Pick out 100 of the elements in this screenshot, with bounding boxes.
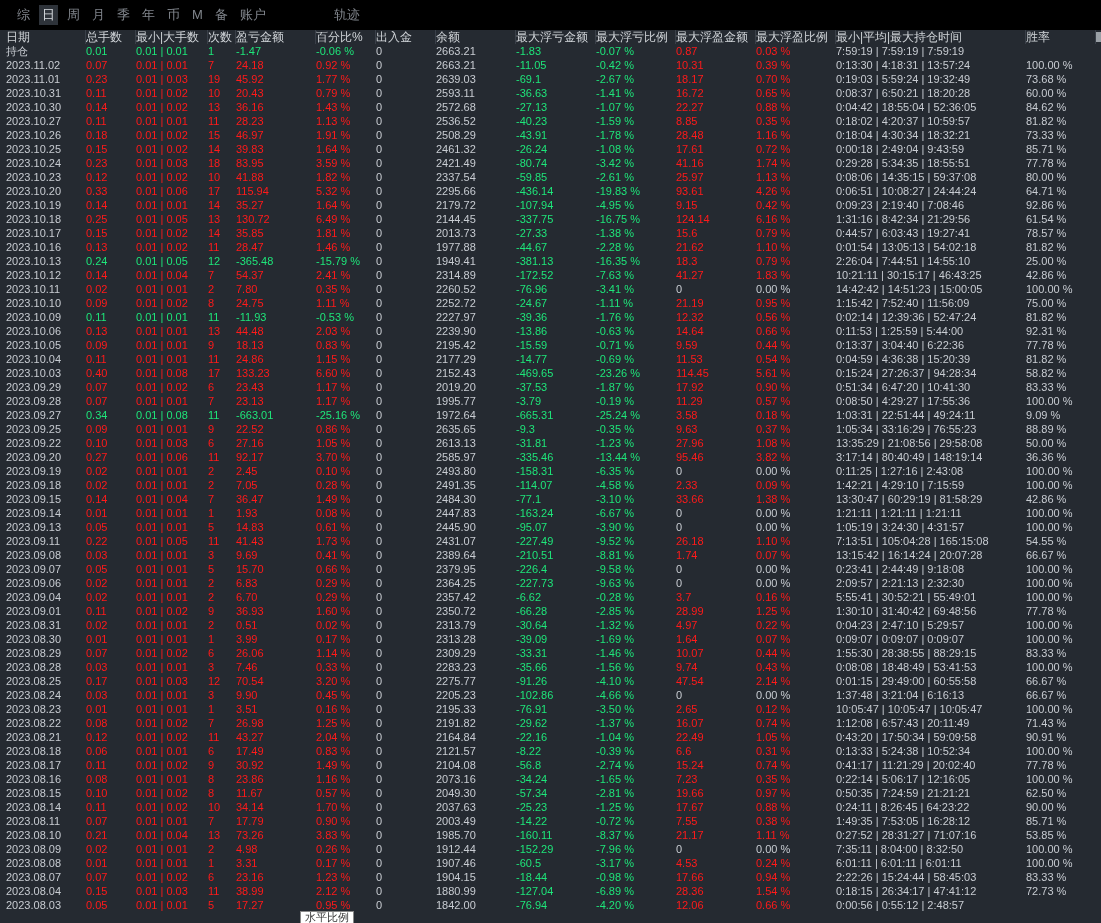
- table-cell-text: 0.01 | 0.01: [136, 198, 189, 212]
- table-cell-text: 42.86 %: [1026, 492, 1068, 506]
- table-cell-text: 2585.97: [436, 450, 477, 464]
- table-cell-text: 0:18:15 | 26:34:17 | 47:41:12: [836, 884, 978, 898]
- table-cell-text: 24.86: [236, 352, 265, 366]
- column-header[interactable]: 最小|大手数: [136, 30, 208, 44]
- period-tab[interactable]: 综: [14, 5, 33, 25]
- table-cell-text: 2164.84: [436, 730, 477, 744]
- table-cell-text: 1.16 %: [316, 772, 352, 786]
- table-cell-text: 0: [376, 450, 384, 464]
- table-cell-text: 6.6: [676, 744, 693, 758]
- column-header[interactable]: 最大浮盈金额: [676, 30, 756, 44]
- table-cell-text: 0.09 %: [756, 478, 792, 492]
- table-cell-text: 2: [208, 590, 216, 604]
- table-cell-text: 8: [208, 786, 216, 800]
- period-tab[interactable]: 季: [114, 5, 133, 25]
- table-cell-text: 0.01 | 0.02: [136, 240, 189, 254]
- period-tab[interactable]: M: [189, 5, 206, 25]
- table-cell-text: 0: [376, 562, 384, 576]
- table-cell-text: -95.07: [516, 520, 549, 534]
- table-cell-text: 0.01 | 0.03: [136, 884, 189, 898]
- table-cell-text: 0: [376, 408, 384, 422]
- table-cell-text: 5:55:41 | 30:52:21 | 55:49:01: [836, 590, 978, 604]
- table-cell-text: -4.95 %: [596, 198, 635, 212]
- table-cell-text: 0: [376, 184, 384, 198]
- table-cell-text: 0.07: [86, 380, 109, 394]
- table-cell-text: -227.73: [516, 576, 555, 590]
- table-cell-text: 1949.41: [436, 254, 477, 268]
- date-cell-text: 2023.10.31: [6, 86, 63, 100]
- column-header[interactable]: 最大浮亏比例: [596, 30, 676, 44]
- table-cell-text: 0: [376, 730, 384, 744]
- table-cell-text: 0.01 | 0.02: [136, 800, 189, 814]
- table-cell-text: 0.01 | 0.04: [136, 268, 189, 282]
- table-cell-text: 0.00 %: [756, 576, 792, 590]
- table-cell-text: 2144.45: [436, 212, 477, 226]
- table-cell-text: -76.96: [516, 282, 549, 296]
- column-header[interactable]: 总手数: [86, 30, 136, 44]
- column-header[interactable]: 盈亏金额: [236, 30, 316, 44]
- table-cell-text: 2239.90: [436, 324, 477, 338]
- table-cell-text: 33.66: [676, 492, 705, 506]
- table-cell-text: 2461.32: [436, 142, 477, 156]
- table-cell-text: -31.81: [516, 436, 549, 450]
- date-cell-text: 2023.09.01: [6, 604, 63, 618]
- scrollbar[interactable]: [1096, 32, 1101, 42]
- table-cell-text: 73.68 %: [1026, 72, 1068, 86]
- table-cell-text: 4.26 %: [756, 184, 792, 198]
- table-cell-text: 0.01 | 0.02: [136, 870, 189, 884]
- period-tab[interactable]: 日: [39, 5, 58, 25]
- column-header[interactable]: 百分比%: [316, 30, 376, 44]
- table-cell-text: 25.97: [676, 170, 705, 184]
- table-cell-text: 0:18:02 | 4:20:37 | 10:59:57: [836, 114, 972, 128]
- date-cell-text: 2023.08.08: [6, 856, 63, 870]
- table-cell-text: 2: [208, 842, 216, 856]
- table-cell-text: 60.00 %: [1026, 86, 1068, 100]
- table-cell-text: 0.01 | 0.08: [136, 366, 189, 380]
- table-cell-text: 0:04:23 | 2:47:10 | 5:29:57: [836, 618, 966, 632]
- date-cell-text: 2023.09.07: [6, 562, 63, 576]
- column-header[interactable]: 最小|平均|最大持仓时间: [836, 30, 1026, 44]
- table-cell-text: 2252.72: [436, 296, 477, 310]
- table-cell-text: 2.41 %: [316, 268, 352, 282]
- table-cell-text: -1.32 %: [596, 618, 635, 632]
- table-cell-text: -1.07 %: [596, 100, 635, 114]
- table-cell-text: 0.05: [86, 898, 109, 912]
- period-tab[interactable]: 备: [211, 5, 231, 25]
- table-cell-text: 30.92: [236, 758, 265, 772]
- table-cell-text: 0: [376, 660, 384, 674]
- column-header[interactable]: 次数: [208, 30, 236, 44]
- table-cell-text: 2536.52: [436, 114, 477, 128]
- period-tab[interactable]: 周: [64, 5, 83, 25]
- table-cell-text: 85.71 %: [1026, 814, 1068, 828]
- table-cell-text: -25.24 %: [596, 408, 642, 422]
- table-cell-text: -4.10 %: [596, 674, 635, 688]
- column-header[interactable]: 日期: [6, 30, 86, 44]
- table-cell-text: -39.09: [516, 632, 549, 646]
- period-tab[interactable]: 年: [139, 5, 158, 25]
- column-header[interactable]: 最大浮盈比例: [756, 30, 836, 44]
- table-cell-text: 1:30:10 | 31:40:42 | 69:48:56: [836, 604, 978, 618]
- period-tab[interactable]: 账户: [236, 5, 269, 25]
- table-cell-text: 0:13:37 | 3:04:40 | 6:22:36: [836, 338, 966, 352]
- table-cell-text: -76.91: [516, 702, 549, 716]
- column-header[interactable]: 余额: [436, 30, 516, 44]
- trace-tab[interactable]: 轨迹: [330, 5, 363, 25]
- column-header[interactable]: 出入金: [376, 30, 436, 44]
- table-cell-text: 2: [208, 576, 216, 590]
- table-cell-text: -227.49: [516, 534, 555, 548]
- table-cell-text: 17.61: [676, 142, 705, 156]
- period-tab[interactable]: 币: [164, 5, 183, 25]
- table-cell-text: 0:27:52 | 28:31:27 | 71:07:16: [836, 828, 978, 842]
- table-cell-text: 0.87: [676, 44, 699, 58]
- table-cell-text: 0: [376, 814, 384, 828]
- column-header[interactable]: 最大浮亏金额: [516, 30, 596, 44]
- table-cell-text: 0.17 %: [316, 856, 352, 870]
- table-cell-text: -102.86: [516, 688, 555, 702]
- table-cell-text: 42.86 %: [1026, 268, 1068, 282]
- period-tab[interactable]: 月: [89, 5, 108, 25]
- table-cell-text: 0.01 | 0.01: [136, 520, 189, 534]
- table-cell-text: 0.31 %: [756, 744, 792, 758]
- table-cell-text: 0: [376, 716, 384, 730]
- table-cell-text: 0.02: [86, 478, 109, 492]
- table-cell-text: 23.86: [236, 772, 265, 786]
